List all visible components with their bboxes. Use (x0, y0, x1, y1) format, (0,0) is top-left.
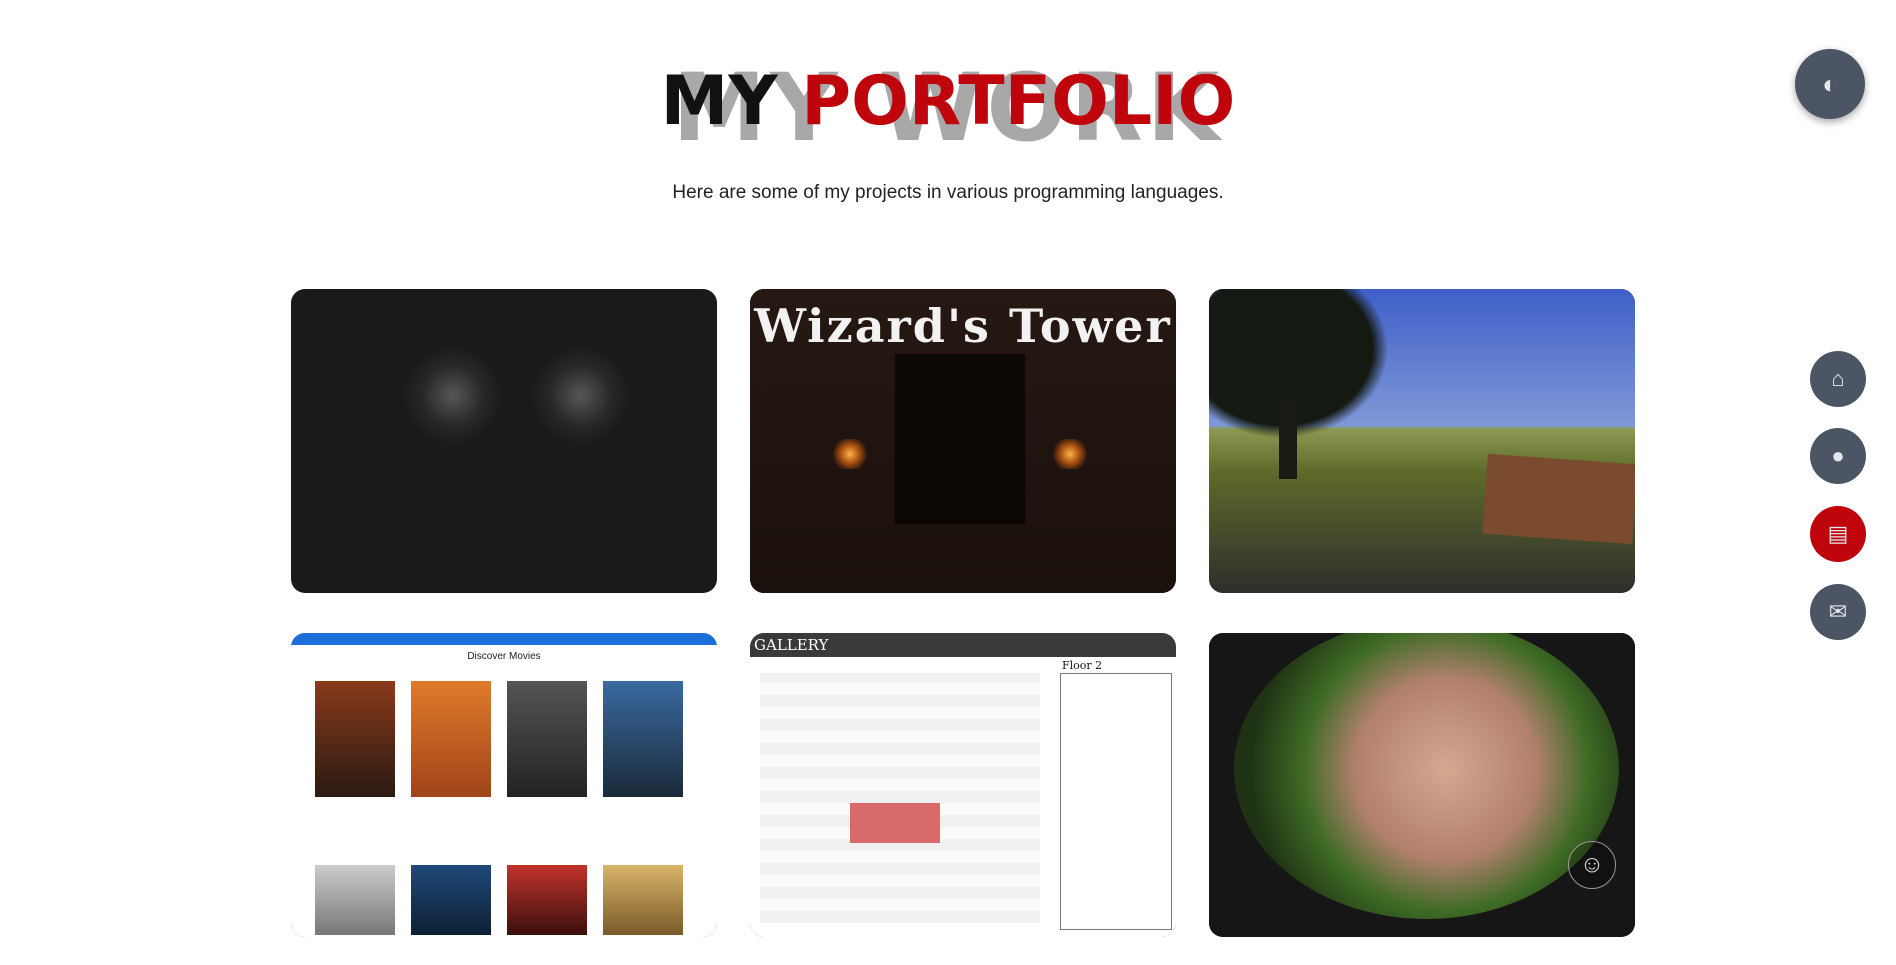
section-subtitle: Here are some of my projects in various … (672, 182, 1224, 203)
project-card-portrait[interactable]: ☺ (1209, 633, 1635, 937)
theme-toggle-button[interactable]: ◐ (1795, 49, 1865, 119)
smile-icon[interactable]: ☺ (1568, 841, 1616, 889)
app-header-bar (291, 633, 717, 645)
movie-poster (315, 865, 395, 935)
movie-poster (411, 681, 491, 797)
project-card-wizards-tower[interactable]: Wizard's Tower (750, 289, 1176, 593)
project-thumbnail: Discover Movies (291, 633, 717, 937)
title-word-2: PORTFOLIO (801, 62, 1236, 141)
door-graphic (895, 354, 1025, 524)
tree-trunk-graphic (1279, 399, 1297, 479)
thumbnail-title: Wizard's Tower (754, 299, 1172, 353)
project-thumbnail: Wizard's Tower (750, 289, 1176, 593)
nav-contact-button[interactable]: ✉ (1810, 584, 1866, 640)
movie-poster (315, 681, 395, 797)
floor-plan-highlight (850, 803, 940, 843)
floor-label: Floor 2 (1062, 659, 1103, 672)
user-icon: ● (1831, 443, 1845, 468)
project-thumbnail: ☺ (1209, 633, 1635, 937)
movie-poster (411, 865, 491, 935)
wooden-sign-graphic (1482, 453, 1635, 545)
portrait-photo (1234, 633, 1619, 919)
nav-home-button[interactable]: ⌂ (1810, 351, 1866, 407)
thumbnail-title: GALLERY (750, 633, 1176, 657)
floor-plan-graphic (760, 673, 1040, 923)
project-thumbnail (1209, 289, 1635, 593)
nav-about-button[interactable]: ● (1810, 428, 1866, 484)
candle-graphic (1050, 439, 1090, 469)
thumbnail-title: Discover Movies (467, 651, 541, 662)
candle-graphic (830, 439, 870, 469)
movie-poster (603, 681, 683, 797)
tree-graphic (1209, 289, 1389, 439)
project-thumbnail: GALLERY Floor 2 (750, 633, 1176, 937)
movie-poster (603, 865, 683, 935)
briefcase-icon: ▤ (1827, 521, 1849, 546)
route-panel-graphic (1060, 673, 1172, 930)
page-title: MY PORTFOLIO (0, 68, 1896, 136)
contrast-icon: ◐ (1822, 69, 1838, 99)
project-card-gallery-map[interactable]: GALLERY Floor 2 (750, 633, 1176, 937)
movie-poster (507, 865, 587, 935)
project-card-landscape[interactable] (1209, 289, 1635, 593)
section-heading: MY WORK MY PORTFOLIO (0, 40, 1896, 156)
project-card-dark-horror[interactable] (291, 289, 717, 593)
movie-poster (507, 681, 587, 797)
envelope-icon: ✉ (1828, 599, 1848, 624)
projects-grid: Wizard's Tower Discover Movies GALLERY F… (291, 289, 1635, 937)
project-thumbnail (291, 289, 717, 593)
project-card-movie-app[interactable]: Discover Movies (291, 633, 717, 937)
nav-portfolio-button[interactable]: ▤ (1810, 506, 1866, 562)
title-word-1: MY (660, 62, 778, 141)
home-icon: ⌂ (1831, 366, 1845, 391)
